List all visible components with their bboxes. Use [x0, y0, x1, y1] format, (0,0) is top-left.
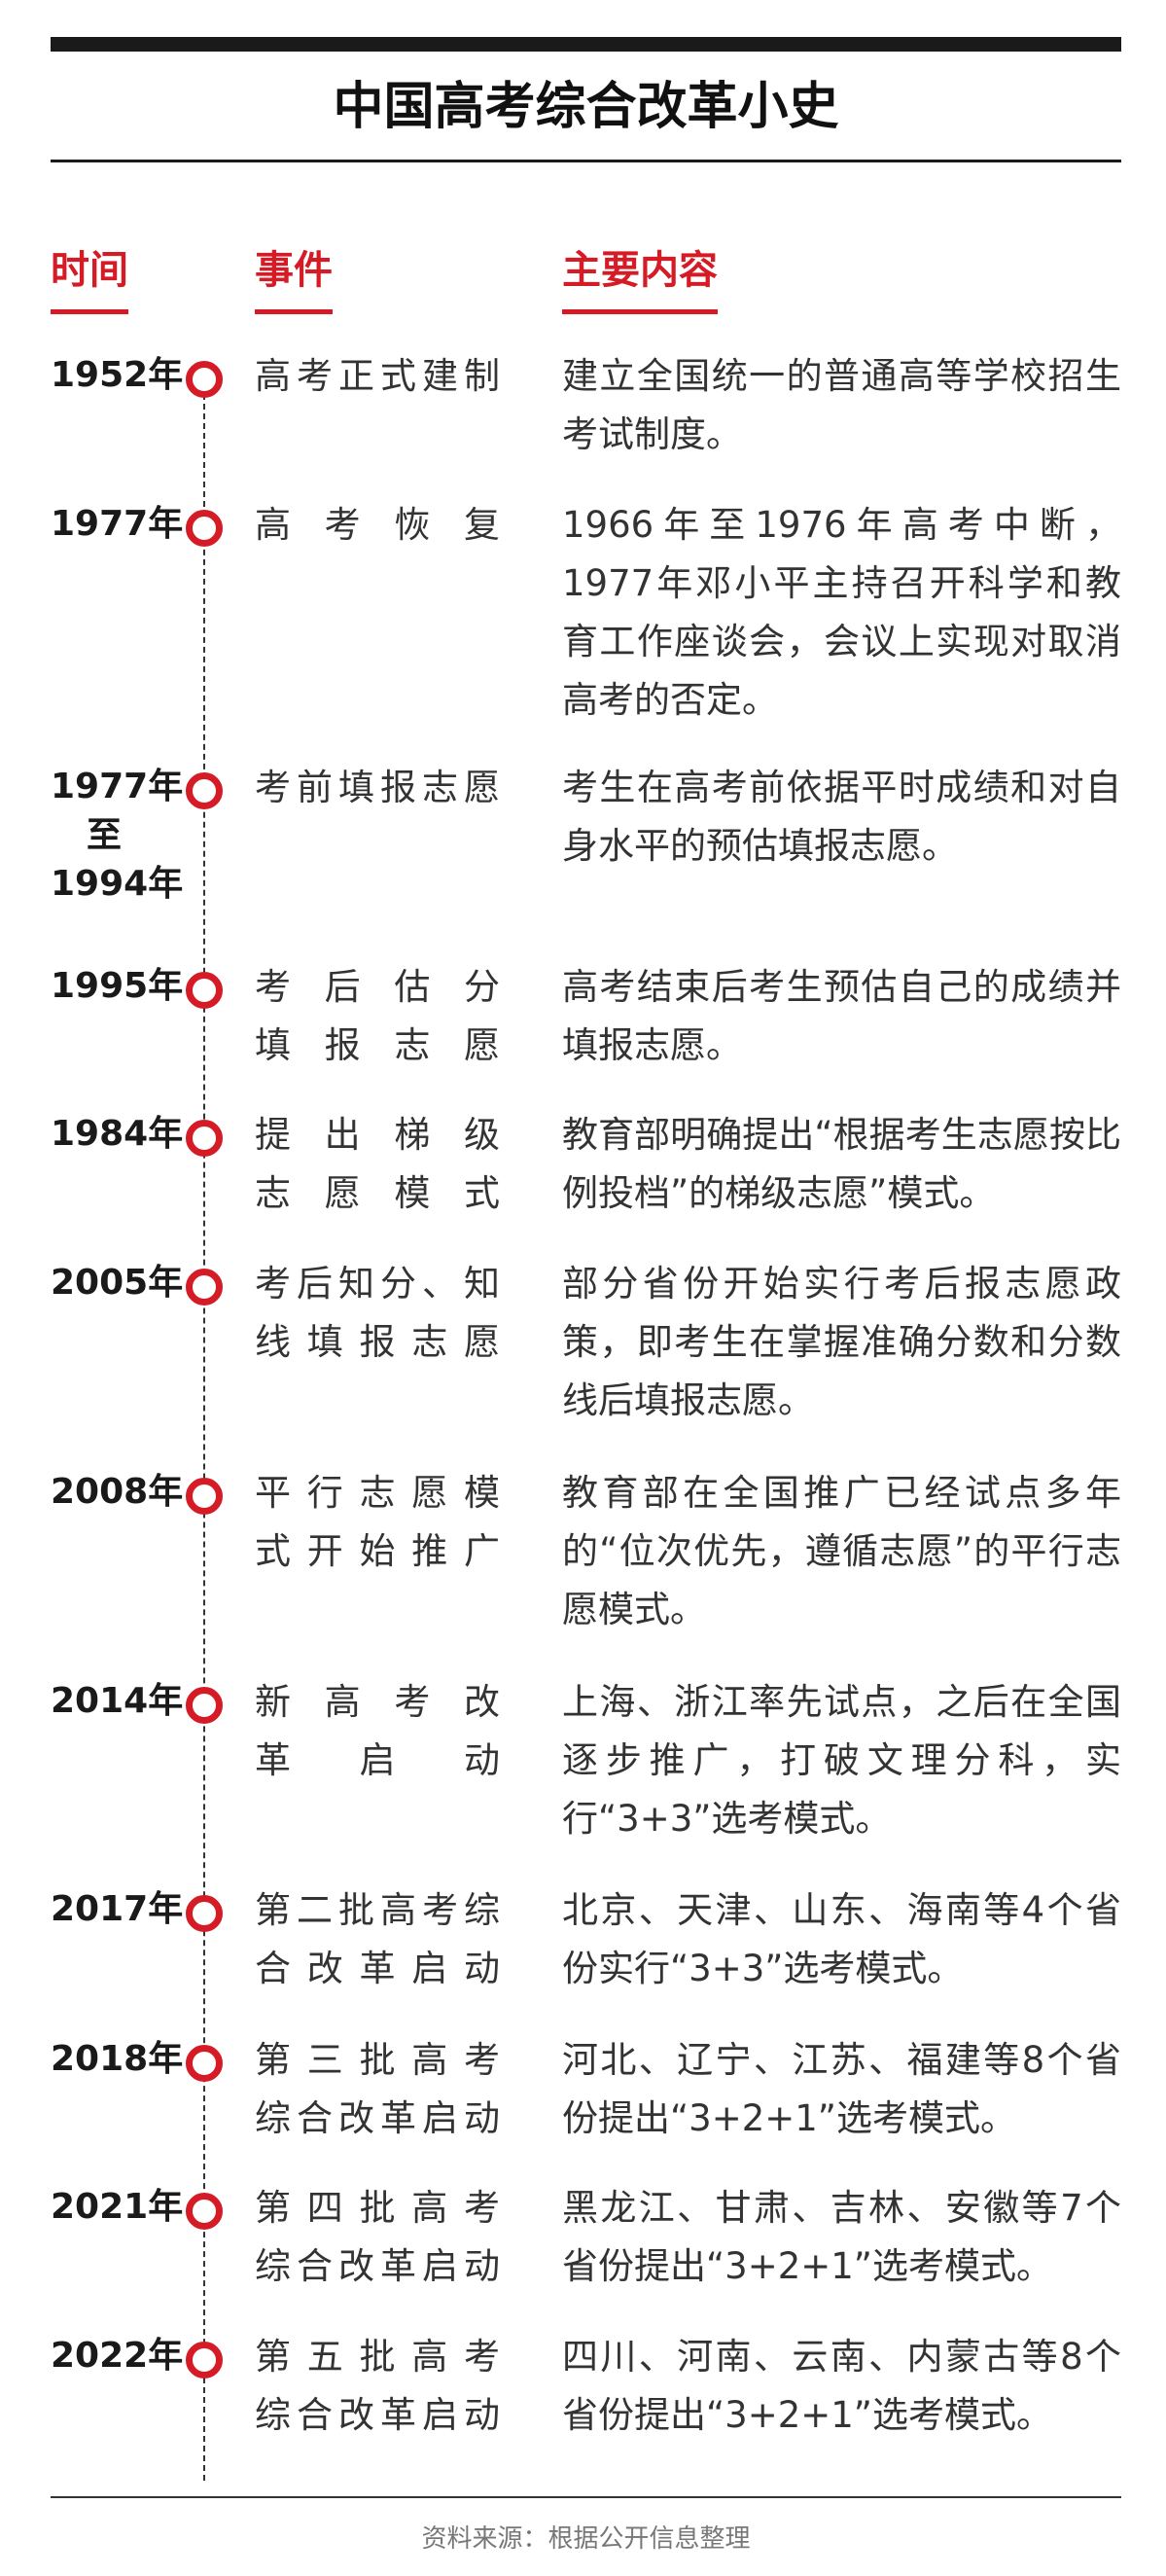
row-year: 2008年	[51, 1468, 184, 1517]
row-year-line: 2014年	[51, 1681, 184, 1721]
row-event: 考前填报志愿	[255, 759, 500, 817]
row-content: 上海、浙江率先试点，之后在全国逐步推广，打破文理分科，实行“3+3”选考模式。	[562, 1681, 1121, 1840]
row-year-line: 2022年	[51, 2336, 184, 2376]
row-event-line: 第五批高考	[255, 2336, 500, 2378]
header-content-underline	[562, 309, 718, 314]
row-event-line: 综合改革启动	[255, 2245, 500, 2287]
row-event-line: 考后知分、知	[255, 1263, 500, 1305]
timeline-dot	[186, 1478, 223, 1515]
row-year-line: 1977年	[51, 504, 184, 544]
row-event-line: 填报志愿	[255, 1024, 500, 1066]
row-year-line: 2018年	[51, 2039, 184, 2079]
row-year-line: 1952年	[51, 355, 184, 395]
row-event-line: 革启动	[255, 1739, 500, 1781]
row-event-line: 线填报志愿	[255, 1321, 500, 1363]
row-event-line: 高考正式建制	[255, 355, 500, 397]
header-event-underline	[255, 309, 333, 314]
row-year: 2005年	[51, 1259, 184, 1307]
row-event: 平行志愿模式开始推广	[255, 1464, 500, 1581]
timeline-dot	[186, 2342, 223, 2379]
row-year: 1977年	[51, 500, 184, 549]
row-content: 建立全国统一的普通高等学校招生考试制度。	[562, 355, 1121, 455]
row-year: 1952年	[51, 351, 184, 400]
page-title: 中国高考综合改革小史	[333, 78, 839, 136]
row-content: 教育部明确提出“根据考生志愿按比例投档”的梯级志愿”模式。	[562, 1114, 1121, 1214]
row-event: 高考恢复	[255, 496, 500, 555]
row-event-line: 新高考改	[255, 1681, 500, 1723]
row-content: 北京、天津、山东、海南等4个省份实行“3+3”选考模式。	[562, 1889, 1121, 1989]
source-note: 资料来源：根据公开信息整理	[421, 2524, 751, 2554]
row-year-line: 至	[86, 815, 122, 855]
row-event-line: 提出梯级	[255, 1114, 500, 1156]
timeline-dot	[186, 772, 223, 809]
header-content: 主要内容	[562, 248, 718, 293]
row-year: 2021年	[51, 2183, 184, 2232]
row-event-line: 第三批高考	[255, 2039, 500, 2081]
row-content: 四川、河南、云南、内蒙古等8个省份提出“3+2+1”选考模式。	[562, 2336, 1121, 2436]
row-year: 2018年	[51, 2035, 184, 2084]
header-time-underline	[51, 309, 128, 314]
row-year-line: 1984年	[51, 1114, 184, 1154]
row-content: 1966年至1976年高考中断，1977年邓小平主持召开科学和教育工作座谈会，会…	[562, 504, 1121, 721]
row-year: 2022年	[51, 2332, 184, 2380]
row-event: 第二批高考综 合改革启动	[255, 1881, 500, 1998]
timeline-dot	[186, 1895, 223, 1932]
row-content: 高考结束后考生预估自己的成绩并填报志愿。	[562, 966, 1121, 1066]
row-year-line: 2017年	[51, 1889, 184, 1929]
row-event-line: 综合改革启动	[255, 2097, 500, 2139]
row-year-line: 1994年	[51, 864, 184, 904]
row-year-line: 2005年	[51, 1263, 184, 1303]
row-event-line: 综合改革启动	[255, 2394, 500, 2436]
row-year-line: 2008年	[51, 1472, 184, 1512]
timeline-dot	[186, 2193, 223, 2230]
timeline-dot	[186, 1120, 223, 1157]
row-event-line: 第二批高考综	[255, 1889, 500, 1931]
timeline-line	[203, 384, 205, 2481]
timeline-dot	[186, 361, 223, 398]
row-event-line: 第四批高考	[255, 2187, 500, 2229]
timeline-dot	[186, 2045, 223, 2082]
row-event: 提出梯级 志愿模式	[255, 1106, 500, 1223]
timeline-dot	[186, 1269, 223, 1306]
row-event: 第五批高考综合改革启动	[255, 2328, 500, 2445]
row-event-line: 高考恢复	[255, 504, 500, 546]
row-event-line: 考前填报志愿	[255, 767, 500, 808]
row-event-line: 志愿模式	[255, 1172, 500, 1214]
row-event: 高考正式建制	[255, 347, 500, 406]
row-year: 1984年	[51, 1110, 184, 1159]
row-year-line: 1977年	[51, 767, 184, 806]
row-content: 部分省份开始实行考后报志愿政策，即考生在掌握准确分数和分数线后填报志愿。	[562, 1263, 1121, 1421]
timeline-dot	[186, 972, 223, 1009]
row-event: 第四批高考综合改革启动	[255, 2179, 500, 2296]
row-event-line: 考后估分	[255, 966, 500, 1008]
title-divider	[51, 160, 1121, 162]
row-event-line: 合改革启动	[255, 1948, 500, 1989]
row-event: 新高考改 革启动	[255, 1673, 500, 1790]
row-year: 1977年至 1994年	[51, 763, 184, 909]
row-year: 2017年	[51, 1885, 184, 1934]
bottom-divider	[51, 2496, 1121, 2498]
row-content: 河北、辽宁、江苏、福建等8个省份提出“3+2+1”选考模式。	[562, 2039, 1121, 2139]
row-year: 2014年	[51, 1677, 184, 1726]
timeline-dot	[186, 1687, 223, 1724]
row-content: 考生在高考前依据平时成绩和对自身水平的预估填报志愿。	[562, 767, 1121, 867]
row-event: 考后估分 填报志愿	[255, 958, 500, 1075]
header-event: 事件	[255, 248, 333, 293]
row-content: 黑龙江、甘肃、吉林、安徽等7个省份提出“3+2+1”选考模式。	[562, 2187, 1121, 2287]
timeline-dot	[186, 510, 223, 547]
header-time: 时间	[51, 248, 128, 293]
row-event: 第三批高考综合改革启动	[255, 2031, 500, 2148]
row-event: 考后知分、知 线填报志愿	[255, 1255, 500, 1372]
row-content: 教育部在全国推广已经试点多年的“位次优先，遵循志愿”的平行志愿模式。	[562, 1472, 1121, 1630]
row-event-line: 平行志愿模	[255, 1472, 500, 1514]
top-bar	[51, 37, 1121, 52]
row-year-line: 1995年	[51, 966, 184, 1006]
row-year-line: 2021年	[51, 2187, 184, 2227]
row-year: 1995年	[51, 962, 184, 1011]
row-event-line: 式开始推广	[255, 1530, 500, 1572]
